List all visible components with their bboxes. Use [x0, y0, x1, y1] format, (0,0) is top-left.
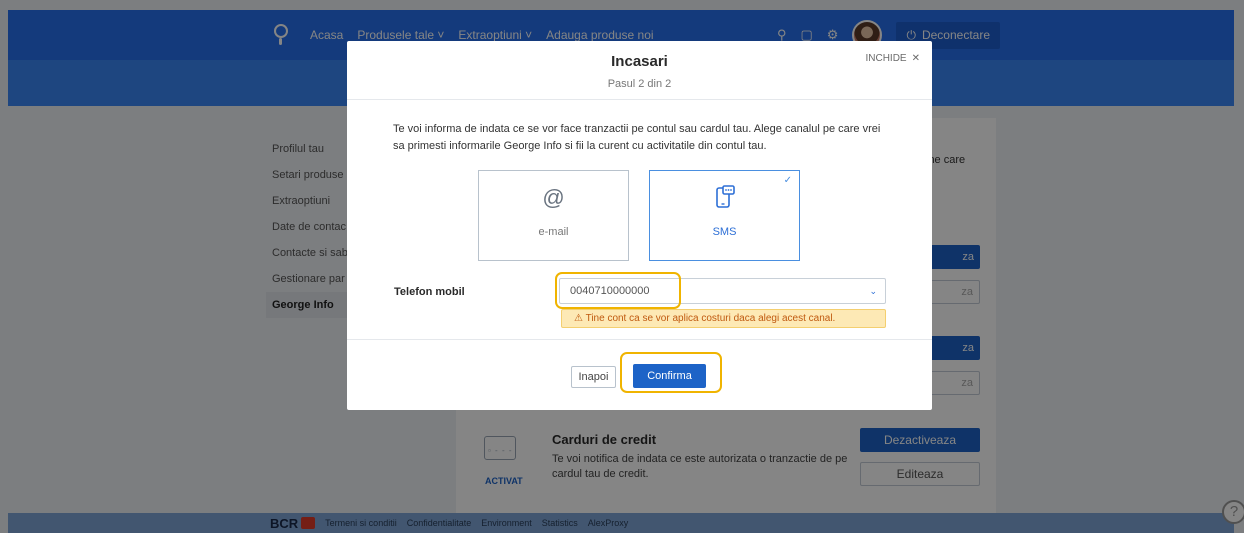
close-button[interactable]: INCHIDE ✕ [865, 53, 920, 64]
channel-option-sms[interactable]: ✓ SMS [649, 170, 800, 261]
phone-label: Telefon mobil [394, 286, 465, 298]
at-sign-icon: @ [542, 185, 565, 210]
modal-body: Te voi informa de indata ce se vor face … [347, 100, 932, 340]
chevron-down-icon: ⌄ [869, 286, 877, 296]
phone-value: 0040710000000 [570, 285, 650, 297]
warning-text: Tine cont ca se vor aplica costuri daca … [585, 313, 836, 324]
modal-intro: Te voi informa de indata ce se vor face … [393, 123, 881, 152]
channel-label-email: e-mail [538, 226, 569, 238]
modal-step: Pasul 2 din 2 [607, 78, 672, 90]
channel-option-email[interactable]: @ e-mail [478, 170, 629, 261]
close-icon: ✕ [911, 53, 920, 64]
back-button[interactable]: Inapoi [571, 366, 616, 388]
confirm-button[interactable]: Confirma [633, 364, 706, 388]
warning-icon: ⚠ [574, 313, 583, 324]
channel-label-sms: SMS [712, 226, 737, 238]
incasari-modal: Incasari Pasul 2 din 2 INCHIDE ✕ Te voi i… [347, 41, 932, 410]
modal-header: Incasari Pasul 2 din 2 INCHIDE ✕ [347, 41, 932, 100]
phone-select[interactable]: 0040710000000 ⌄ [559, 278, 886, 304]
cost-warning: ⚠ Tine cont ca se vor aplica costuri dac… [561, 309, 886, 328]
phone-chat-icon [650, 185, 799, 215]
close-label: INCHIDE [865, 53, 907, 64]
modal-footer: Inapoi Confirma [347, 340, 932, 410]
modal-title: Incasari [611, 53, 668, 70]
